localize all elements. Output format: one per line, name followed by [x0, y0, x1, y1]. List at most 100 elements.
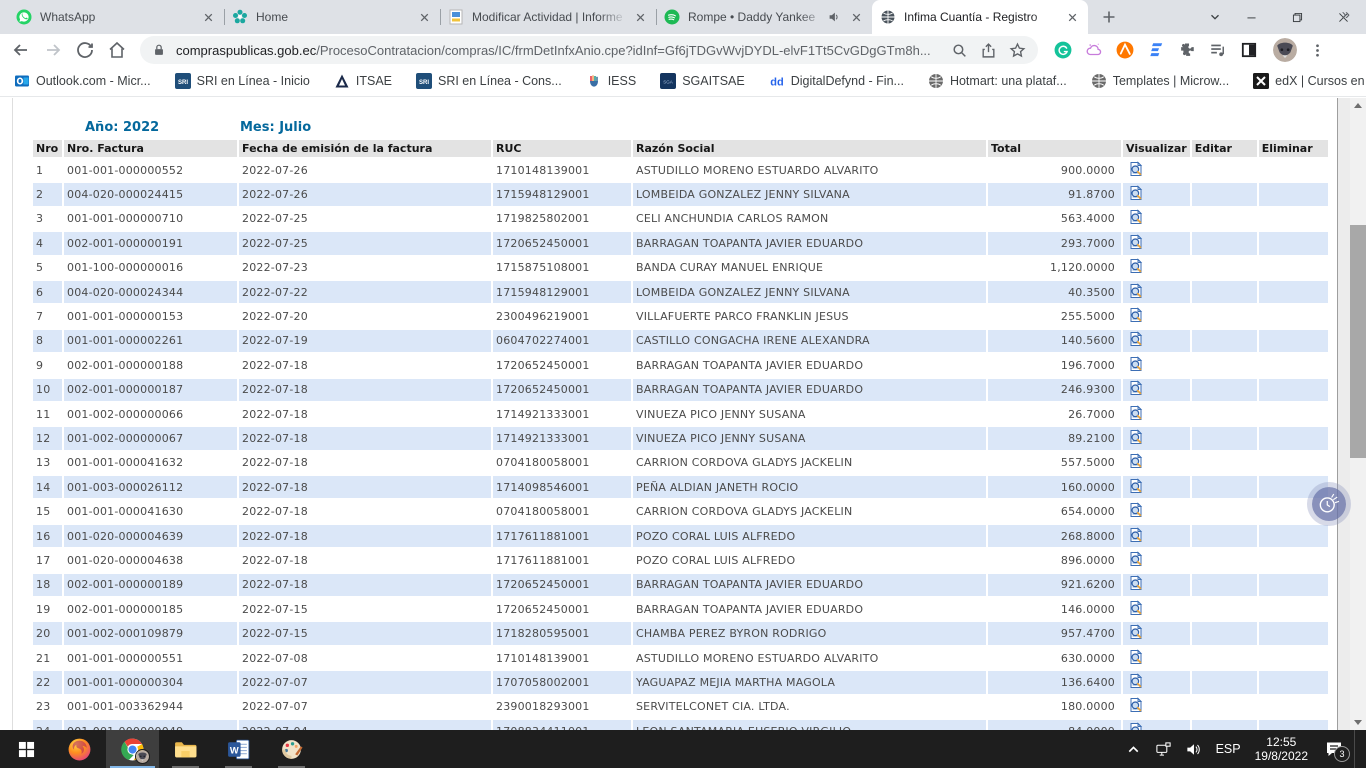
visualizar-document-search-icon[interactable]	[1128, 502, 1144, 518]
tab-close-icon[interactable]	[633, 10, 648, 25]
visualizar-document-search-icon[interactable]	[1128, 600, 1144, 616]
cell-ruc: 1717611881001	[493, 549, 631, 571]
avast-icon[interactable]	[1116, 41, 1134, 59]
floating-timer-widget[interactable]	[1312, 487, 1346, 521]
tab-close-icon[interactable]	[417, 10, 432, 25]
visualizar-document-search-icon[interactable]	[1128, 527, 1144, 543]
share-icon[interactable]	[980, 42, 997, 59]
new-tab-plus-icon[interactable]	[1096, 4, 1122, 30]
tab-audio-speaker-icon[interactable]	[827, 10, 841, 24]
start-button[interactable]	[0, 730, 53, 768]
visualizar-document-search-icon[interactable]	[1128, 283, 1144, 299]
tab-search-chevron-icon[interactable]	[1202, 4, 1228, 30]
cell-editar	[1192, 379, 1257, 401]
bookmark-item[interactable]: ITSAE	[334, 73, 392, 89]
visualizar-document-search-icon[interactable]	[1128, 575, 1144, 591]
bookmark-item[interactable]: SRI SRI en Línea - Inicio	[175, 73, 310, 89]
visualizar-document-search-icon[interactable]	[1128, 185, 1144, 201]
tray-clock[interactable]: 12:55 19/8/2022	[1255, 735, 1308, 763]
table-header-row: Nro Nro. Factura Fecha de emisión de la …	[33, 140, 1328, 157]
address-bar[interactable]: compraspublicas.gob.ec/ProcesoContrataci…	[140, 36, 1038, 64]
lock-icon[interactable]	[152, 43, 166, 57]
visualizar-document-search-icon[interactable]	[1128, 551, 1144, 567]
notification-center-icon[interactable]: 3	[1324, 739, 1344, 759]
tab-close-icon[interactable]	[849, 10, 864, 25]
visualizar-document-search-icon[interactable]	[1128, 161, 1144, 177]
visualizar-document-search-icon[interactable]	[1128, 649, 1144, 665]
lightning-extension-icon[interactable]	[1147, 41, 1165, 59]
taskbar-explorer[interactable]	[159, 730, 212, 768]
visualizar-document-search-icon[interactable]	[1128, 380, 1144, 396]
visualizar-document-search-icon[interactable]	[1128, 673, 1144, 689]
back-button[interactable]	[8, 37, 34, 63]
visualizar-document-search-icon[interactable]	[1128, 307, 1144, 323]
taskbar-firefox[interactable]	[53, 730, 106, 768]
frame-extension-icon[interactable]	[1240, 41, 1258, 59]
browser-tab[interactable]: Home	[224, 0, 440, 34]
browser-tab[interactable]: Rompe • Daddy Yankee	[656, 0, 872, 34]
tray-speaker-icon[interactable]	[1185, 741, 1202, 758]
bookmark-item[interactable]: SGA SGAITSAE	[660, 73, 745, 89]
browser-tab[interactable]: Infima Cuantía - Registro	[872, 0, 1088, 34]
page-inner-scrollbar[interactable]	[1337, 98, 1350, 730]
cloud-extension-icon[interactable]	[1085, 41, 1103, 59]
visualizar-document-search-icon[interactable]	[1128, 624, 1144, 640]
scrollbar-down-arrow-icon[interactable]	[1354, 720, 1362, 725]
show-desktop-strip[interactable]	[1354, 730, 1360, 768]
windows-taskbar: W ESP 12:55 19/8/2022 3	[0, 730, 1366, 768]
tray-language[interactable]: ESP	[1216, 742, 1241, 756]
visualizar-document-search-icon[interactable]	[1128, 453, 1144, 469]
visualizar-document-search-icon[interactable]	[1128, 697, 1144, 713]
cell-total: 900.0000	[988, 159, 1121, 181]
bookmark-item[interactable]: edX | Cursos en líne...	[1253, 73, 1366, 89]
bookmark-item[interactable]: dd DigitalDefynd - Fin...	[769, 73, 904, 89]
cell-visualizar	[1123, 208, 1190, 230]
tab-close-icon[interactable]	[1065, 10, 1080, 25]
scrollbar-up-arrow-icon[interactable]	[1354, 103, 1362, 108]
visualizar-document-search-icon[interactable]	[1128, 478, 1144, 494]
visualizar-document-search-icon[interactable]	[1128, 258, 1144, 274]
puzzle-extensions-icon[interactable]	[1178, 41, 1196, 59]
playlist-extension-icon[interactable]	[1209, 41, 1227, 59]
visualizar-document-search-icon[interactable]	[1128, 356, 1144, 372]
minimize-button[interactable]	[1228, 0, 1274, 34]
forward-button[interactable]	[40, 37, 66, 63]
visualizar-document-search-icon[interactable]	[1128, 209, 1144, 225]
grammarly-icon[interactable]	[1054, 41, 1072, 59]
cell-ruc: 1714921333001	[493, 427, 631, 449]
tray-network-icon[interactable]	[1155, 741, 1172, 758]
bookmark-item[interactable]: Outlook.com - Micr...	[14, 73, 151, 89]
bookmark-item[interactable]: Templates | Microw...	[1091, 73, 1229, 89]
visualizar-document-search-icon[interactable]	[1128, 405, 1144, 421]
bookmark-item[interactable]: IESS	[586, 73, 637, 89]
visualizar-document-search-icon[interactable]	[1128, 331, 1144, 347]
tray-chevron-up-icon[interactable]	[1125, 741, 1142, 758]
browser-menu-dots-icon[interactable]	[1309, 42, 1326, 59]
browser-tab[interactable]: Modificar Actividad | Informe	[440, 0, 656, 34]
taskbar-paint[interactable]	[265, 730, 318, 768]
bookmark-star-icon[interactable]	[1009, 42, 1026, 59]
profile-avatar[interactable]	[1273, 38, 1297, 62]
scrollbar-thumb[interactable]	[1350, 225, 1366, 458]
url-text[interactable]: compraspublicas.gob.ec/ProcesoContrataci…	[176, 43, 939, 58]
taskbar-chrome[interactable]	[106, 730, 159, 768]
restore-button[interactable]	[1274, 0, 1320, 34]
bookmark-item[interactable]: Hotmart: una plataf...	[928, 73, 1067, 89]
taskbar-word[interactable]: W	[212, 730, 265, 768]
home-button[interactable]	[104, 37, 130, 63]
reload-button[interactable]	[72, 37, 98, 63]
cell-factura: 001-100-000000016	[64, 257, 237, 279]
bookmarks-overflow-chevron[interactable]: »	[1342, 6, 1350, 23]
cell-factura: 001-001-000000304	[64, 671, 237, 693]
cell-nro: 16	[33, 525, 62, 547]
visualizar-document-search-icon[interactable]	[1128, 429, 1144, 445]
visualizar-document-search-icon[interactable]	[1128, 234, 1144, 250]
bookmark-item[interactable]: SRI SRI en Línea - Cons...	[416, 73, 562, 89]
visualizar-document-search-icon[interactable]	[1128, 722, 1144, 730]
zoom-magnifier-icon[interactable]	[951, 42, 968, 59]
tab-close-icon[interactable]	[201, 10, 216, 25]
cell-factura: 004-020-000024344	[64, 281, 237, 303]
browser-scrollbar[interactable]	[1350, 98, 1366, 730]
browser-tab[interactable]: WhatsApp	[8, 0, 224, 34]
cell-nro: 10	[33, 379, 62, 401]
